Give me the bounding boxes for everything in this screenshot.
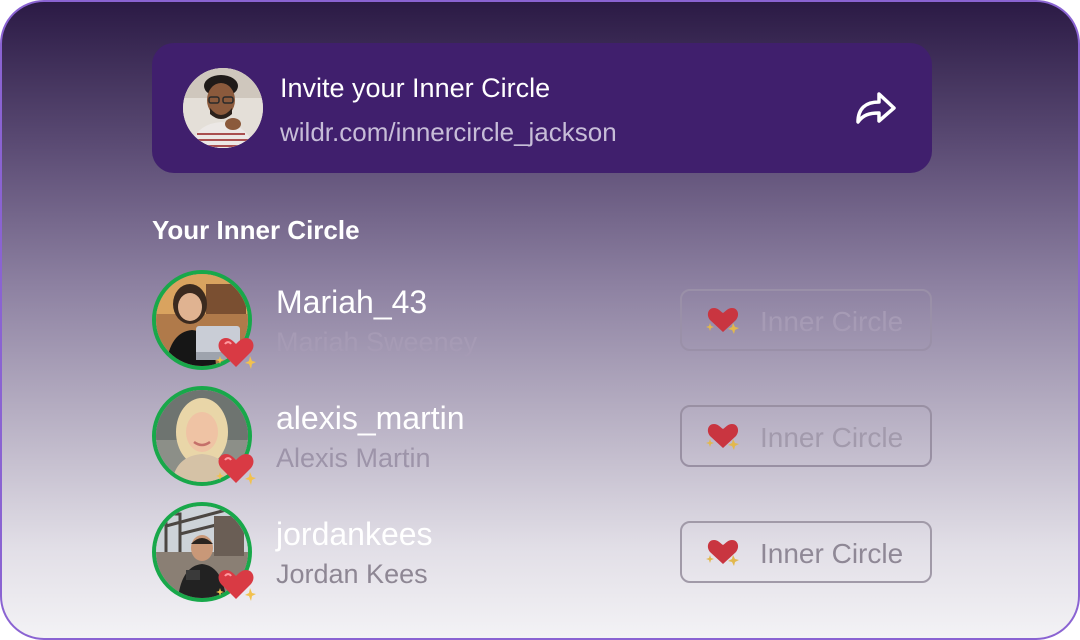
inner-circle-button-label: Inner Circle xyxy=(760,306,904,337)
profile-avatar xyxy=(183,68,263,148)
inner-circle-heart-icon xyxy=(706,540,739,566)
inner-circle-button-label: Inner Circle xyxy=(760,422,904,453)
inner-circle-heart-icon xyxy=(216,570,256,601)
inner-circle-button[interactable]: Inner Circle xyxy=(680,521,932,583)
member-row: Mariah_43 Mariah Sweeney Inner Circle xyxy=(152,270,932,370)
member-full-name: Mariah Sweeney xyxy=(276,327,478,357)
member-username: Mariah_43 xyxy=(276,284,428,320)
invite-link[interactable]: wildr.com/innercircle_jackson xyxy=(280,117,617,148)
invite-title: Invite your Inner Circle xyxy=(280,73,551,103)
member-full-name: Alexis Martin xyxy=(276,443,431,473)
invite-banner[interactable]: Invite your Inner Circle wildr.com/inner… xyxy=(152,43,932,173)
inner-circle-heart-icon xyxy=(216,338,256,369)
inner-circle-heart-icon xyxy=(706,308,739,334)
inner-circle-heart-icon xyxy=(216,454,256,485)
member-full-name: Jordan Kees xyxy=(276,559,428,589)
member-row: jordankees Jordan Kees Inner Circle xyxy=(152,502,932,602)
inner-circle-button-label: Inner Circle xyxy=(760,538,904,569)
inner-circle-button[interactable]: Inner Circle xyxy=(680,289,932,351)
member-username: alexis_martin xyxy=(276,400,465,436)
member-username: jordankees xyxy=(276,516,433,552)
inner-circle-button[interactable]: Inner Circle xyxy=(680,405,932,467)
inner-circle-card: Invite your Inner Circle wildr.com/inner… xyxy=(0,0,1080,640)
share-arrow-icon xyxy=(856,92,896,124)
section-title: Your Inner Circle xyxy=(152,215,360,245)
inner-circle-heart-icon xyxy=(706,424,739,450)
share-button[interactable] xyxy=(852,88,900,128)
member-row: alexis_martin Alexis Martin Inner Circle xyxy=(152,386,932,486)
